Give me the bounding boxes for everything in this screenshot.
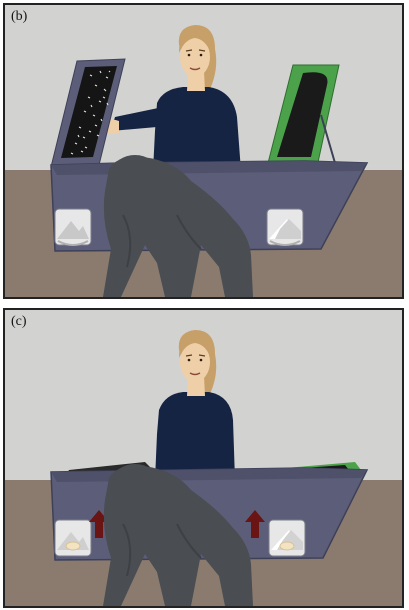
- eye-left: [187, 358, 191, 362]
- torso: [153, 87, 241, 171]
- right-lid-green-display: [266, 64, 340, 168]
- panel-b: (b): [3, 3, 404, 299]
- panel-c-scene: [5, 330, 402, 606]
- observer-head: [113, 464, 157, 496]
- panel-b-scene: [5, 25, 402, 297]
- left-image-window: [54, 208, 92, 246]
- observer-head: [113, 155, 157, 187]
- panel-label-b: (b): [11, 9, 28, 24]
- torso: [155, 392, 235, 480]
- panel-c: (c): [3, 308, 404, 608]
- eye-right: [199, 53, 203, 57]
- experimenter: [155, 330, 235, 480]
- experimenter: [101, 25, 241, 171]
- left-lid-noise-display: [50, 58, 126, 168]
- left-image-window: [54, 519, 92, 557]
- right-image-window: [266, 208, 304, 246]
- panel-label-c: (c): [11, 314, 27, 329]
- right-image-window: [268, 519, 306, 557]
- eye-left: [187, 53, 191, 57]
- eye-right: [199, 358, 203, 362]
